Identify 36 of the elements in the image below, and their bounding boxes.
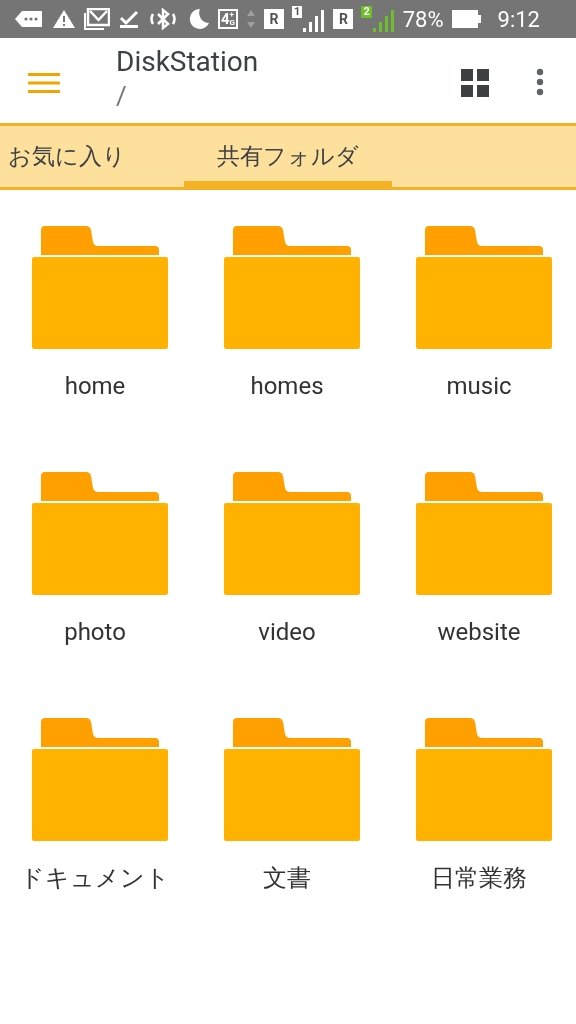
download-done-icon: [118, 9, 140, 29]
folder-path: /: [116, 80, 128, 112]
folder-name[interactable]: video: [207, 617, 367, 647]
folder-icon[interactable]: [32, 226, 168, 349]
folder-name[interactable]: homes: [207, 371, 367, 401]
battery-percent: 78%: [402, 6, 444, 32]
folder-name[interactable]: photo: [15, 617, 175, 647]
more-options-icon[interactable]: [536, 68, 544, 96]
folder-icon[interactable]: [416, 472, 552, 595]
folder-icon[interactable]: [32, 718, 168, 841]
bluetooth-icon: [148, 8, 178, 30]
menu-icon[interactable]: [28, 72, 60, 94]
folder-name[interactable]: music: [399, 371, 559, 401]
folder-name[interactable]: ドキュメント: [15, 863, 175, 893]
roaming-indicator: R: [264, 9, 285, 29]
grid-view-icon[interactable]: [460, 68, 490, 98]
data-arrows-icon: [246, 8, 257, 30]
folder-icon[interactable]: [32, 472, 168, 595]
notification-icon: [14, 9, 44, 29]
folder-name[interactable]: 文書: [207, 863, 367, 893]
folder-icon[interactable]: [416, 718, 552, 841]
folder-name[interactable]: home: [15, 371, 175, 401]
folder-icon[interactable]: [224, 226, 360, 349]
folder-icon[interactable]: [416, 226, 552, 349]
folder-name[interactable]: website: [399, 617, 559, 647]
tab[interactable]: 共有フォルダ: [184, 126, 392, 187]
clock: 9:12: [497, 6, 540, 32]
folder-name[interactable]: 日常業務: [399, 863, 559, 893]
mail-icon: [84, 8, 110, 30]
battery-icon: [451, 9, 482, 29]
warning-icon: [52, 9, 76, 29]
roaming-indicator: R: [333, 9, 354, 29]
folder-icon[interactable]: [224, 718, 360, 841]
app-title: DiskStation: [116, 44, 260, 80]
tab[interactable]: お気に入り: [0, 126, 184, 187]
folder-icon[interactable]: [224, 472, 360, 595]
